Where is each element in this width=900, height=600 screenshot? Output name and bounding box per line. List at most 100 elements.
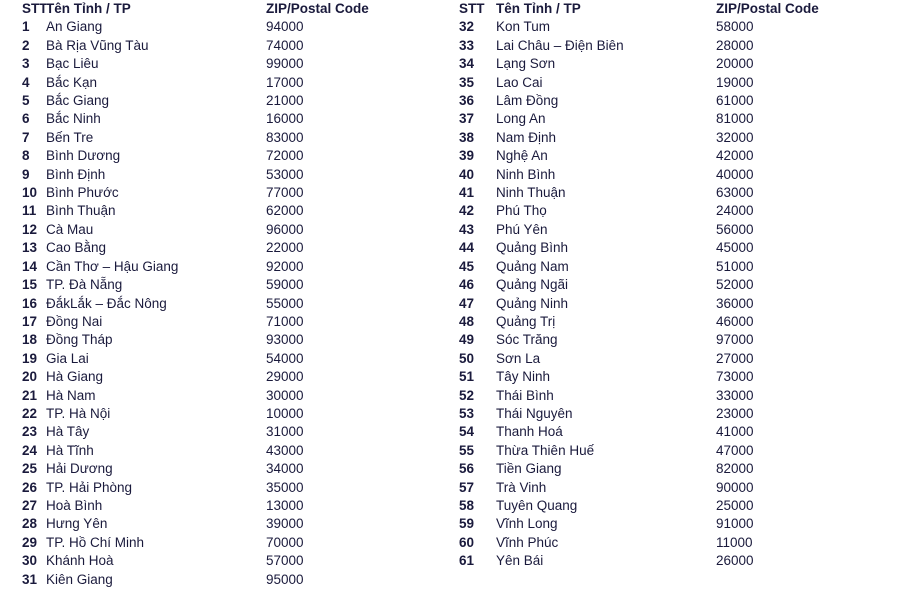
table-row: 48 Quảng Trị 46000	[450, 313, 900, 331]
cell-zip-code: 57000	[266, 553, 304, 569]
cell-stt: 30	[22, 553, 38, 569]
province-table-left: STT Tên Tỉnh / TP ZIP/Postal Code 1 An Gi…	[0, 0, 450, 589]
table-row: 24 Hà Tĩnh 43000	[0, 442, 450, 460]
cell-province-name: Cần Thơ – Hậu Giang	[46, 258, 179, 274]
cell-zip-code: 34000	[266, 461, 304, 477]
cell-province-name: Hà Giang	[46, 369, 104, 385]
province-table-right: STT Tên Tỉnh / TP ZIP/Postal Code 32 Kon …	[450, 0, 900, 571]
cell-zip-code: 62000	[266, 203, 304, 219]
cell-stt: 5	[22, 93, 30, 109]
cell-province-name: TP. Đà Nẵng	[46, 277, 123, 293]
cell-province-name: Bắc Giang	[46, 93, 110, 109]
cell-pad	[428, 110, 450, 128]
cell-pad	[878, 74, 900, 92]
province-table-left-grid: STT Tên Tỉnh / TP ZIP/Postal Code 1 An Gi…	[0, 0, 450, 589]
cell-stt: 50	[459, 350, 475, 366]
cell-stt: 45	[459, 258, 475, 274]
cell-zip-code: 53000	[266, 166, 304, 182]
cell-stt: 23	[22, 424, 38, 440]
cell-pad	[428, 534, 450, 552]
cell-stt: 2	[22, 37, 30, 53]
cell-province-name: Hà Tây	[46, 424, 90, 440]
cell-province-name: Ninh Bình	[496, 166, 556, 182]
cell-zip-code: 61000	[716, 93, 754, 109]
cell-stt: 60	[459, 534, 475, 550]
cell-pad	[878, 110, 900, 128]
cell-zip-code: 74000	[266, 37, 304, 53]
cell-zip-code: 30000	[266, 387, 304, 403]
cell-pad	[878, 423, 900, 441]
cell-zip-code: 90000	[716, 479, 754, 495]
cell-province-name: Cao Bằng	[46, 240, 107, 256]
cell-province-name: Bình Phước	[46, 185, 119, 201]
cell-zip-code: 92000	[266, 258, 304, 274]
cell-stt: 41	[459, 185, 475, 201]
cell-zip-code: 29000	[266, 369, 304, 385]
cell-pad	[878, 258, 900, 276]
cell-province-name: Đồng Tháp	[46, 332, 113, 348]
cell-province-name: Lao Cai	[496, 74, 543, 90]
cell-province-name: Cà Mau	[46, 221, 94, 237]
table-row: 41 Ninh Thuận 63000	[450, 184, 900, 202]
cell-province-name: Kiên Giang	[46, 571, 113, 587]
cell-zip-code: 17000	[266, 74, 304, 90]
cell-pad	[428, 221, 450, 239]
cell-stt: 8	[22, 148, 30, 164]
table-row: 56 Tiền Giang 82000	[450, 460, 900, 478]
table-row: 40 Ninh Bình 40000	[450, 166, 900, 184]
column-header-zip: ZIP/Postal Code	[716, 1, 819, 16]
cell-zip-code: 20000	[716, 56, 754, 72]
cell-stt: 57	[459, 479, 475, 495]
cell-stt: 16	[22, 295, 38, 311]
cell-province-name: Thanh Hoá	[496, 424, 563, 440]
table-row: 7 Bến Tre 83000	[0, 129, 450, 147]
cell-stt: 9	[22, 166, 30, 182]
cell-zip-code: 21000	[266, 93, 304, 109]
cell-stt: 25	[22, 461, 38, 477]
cell-stt: 59	[459, 516, 475, 532]
cell-stt: 44	[459, 240, 475, 256]
table-row: 53 Thái Nguyên 23000	[450, 405, 900, 423]
cell-zip-code: 13000	[266, 497, 304, 513]
cell-province-name: Bắc Kạn	[46, 74, 98, 90]
cell-pad	[428, 184, 450, 202]
table-row: 33 Lai Châu – Điện Biên 28000	[450, 37, 900, 55]
table-row: 39 Nghệ An 42000	[450, 147, 900, 165]
table-row: 22 TP. Hà Nội 10000	[0, 405, 450, 423]
cell-province-name: Lâm Đồng	[496, 93, 559, 109]
cell-province-name: Đồng Nai	[46, 313, 103, 329]
cell-zip-code: 81000	[716, 111, 754, 127]
cell-stt: 36	[459, 93, 475, 109]
cell-province-name: TP. Hải Phòng	[46, 479, 133, 495]
province-rows-left: 1 An Giang 94000 2 Bà Rịa Vũng Tàu 74000 3 Bạc …	[0, 18, 450, 589]
column-header-zip: ZIP/Postal Code	[266, 1, 369, 16]
cell-zip-code: 33000	[716, 387, 754, 403]
cell-province-name: Thái Bình	[496, 387, 554, 403]
cell-zip-code: 28000	[716, 37, 754, 53]
cell-stt: 46	[459, 277, 475, 293]
table-row: 6 Bắc Ninh 16000	[0, 110, 450, 128]
cell-pad	[428, 479, 450, 497]
cell-province-name: TP. Hà Nội	[46, 405, 111, 421]
cell-zip-code: 91000	[716, 516, 754, 532]
cell-zip-code: 83000	[266, 129, 304, 145]
cell-stt: 42	[459, 203, 475, 219]
cell-pad	[428, 37, 450, 55]
cell-zip-code: 82000	[716, 461, 754, 477]
cell-zip-code: 19000	[716, 74, 754, 90]
cell-zip-code: 70000	[266, 534, 304, 550]
cell-stt: 56	[459, 461, 475, 477]
cell-pad	[428, 442, 450, 460]
cell-pad	[878, 129, 900, 147]
table-row: 15 TP. Đà Nẵng 59000	[0, 276, 450, 294]
cell-zip-code: 11000	[716, 534, 753, 550]
cell-pad	[878, 276, 900, 294]
cell-zip-code: 16000	[266, 111, 304, 127]
cell-stt: 33	[459, 37, 475, 53]
table-row: 11 Bình Thuận 62000	[0, 202, 450, 220]
cell-province-name: Khánh Hoà	[46, 553, 114, 569]
cell-zip-code: 22000	[266, 240, 304, 256]
cell-province-name: Hưng Yên	[46, 516, 108, 532]
cell-pad	[428, 405, 450, 423]
cell-pad	[878, 350, 900, 368]
